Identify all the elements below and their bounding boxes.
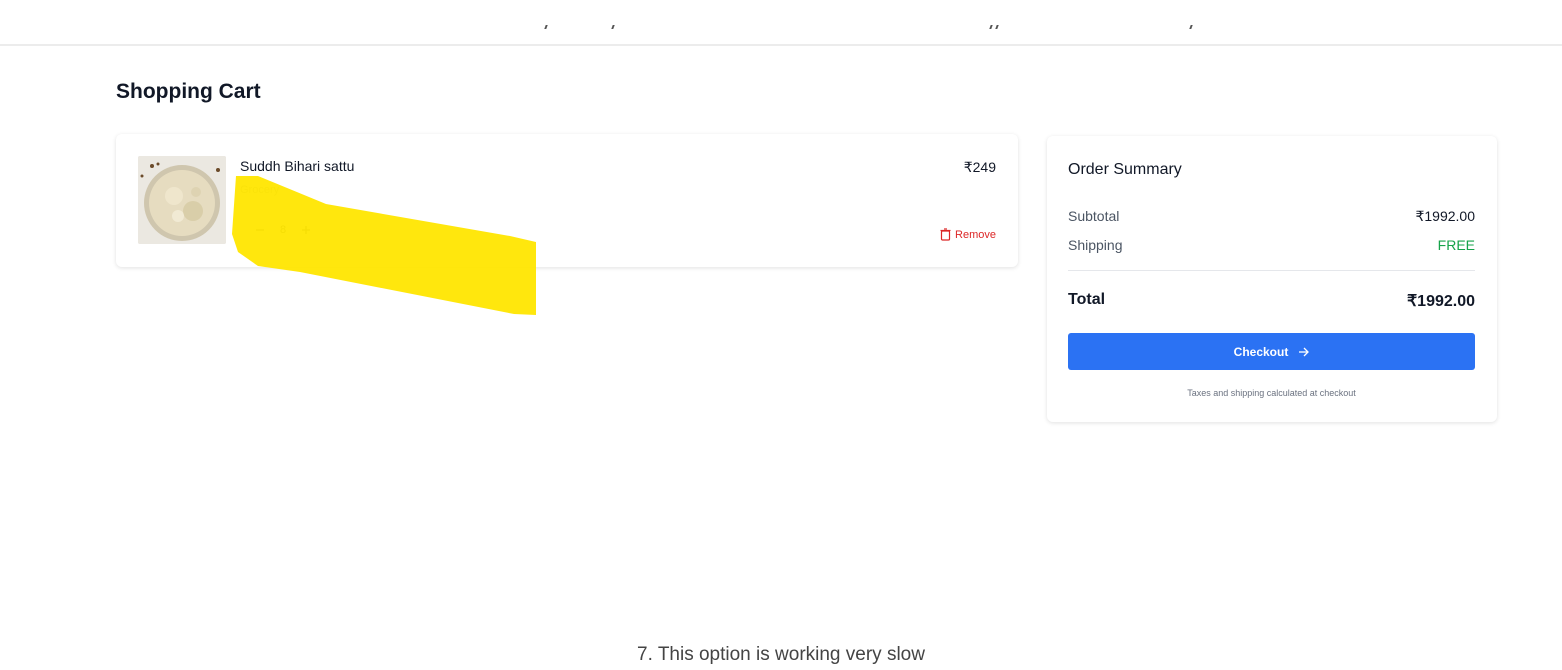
shipping-row: Shipping FREE [1068,237,1475,253]
product-price: ₹249 [963,159,996,175]
quantity-stepper: 8 [250,220,316,240]
total-label: Total [1068,291,1106,308]
page: Shopping Cart Suddh Bihari sattu Grocery [0,0,1562,670]
remove-button[interactable]: Remove [940,228,996,241]
page-title: Shopping Cart [116,80,261,103]
nav-fragment [1189,25,1193,29]
order-summary-card: Order Summary Subtotal ₹1992.00 Shipping… [1047,136,1497,422]
shipping-label: Shipping [1068,237,1123,253]
quantity-value: 8 [279,224,287,236]
product-name[interactable]: Suddh Bihari sattu [240,158,354,174]
checkout-button[interactable]: Checkout [1068,333,1475,370]
subtotal-label: Subtotal [1068,208,1120,224]
cart-item-card: Suddh Bihari sattu Grocery 8 ₹249 Remove [116,134,1018,267]
nav-fragment [989,25,993,29]
minus-icon [256,229,264,231]
subtotal-value: ₹1992.00 [1415,208,1475,224]
total-row: Total ₹1992.00 [1068,291,1475,311]
increment-button[interactable] [296,220,316,240]
remove-label: Remove [955,228,996,241]
nav-fragment [544,25,548,29]
checkout-label: Checkout [1233,344,1289,359]
total-value: ₹1992.00 [1406,293,1475,310]
trash-icon [940,228,951,241]
order-summary-title: Order Summary [1068,161,1182,178]
product-image[interactable] [138,156,226,244]
product-category: Grocery [240,184,280,196]
checkout-note: Taxes and shipping calculated at checkou… [1187,388,1356,398]
nav-fragment [611,25,615,29]
decrement-button[interactable] [250,220,270,240]
top-navigation-bar [0,0,1562,46]
plus-icon [302,226,310,234]
sattu-bowl-photo [138,156,226,244]
summary-divider [1068,270,1475,271]
arrow-right-icon [1299,347,1310,356]
shipping-value: FREE [1437,237,1475,253]
subtotal-row: Subtotal ₹1992.00 [1068,208,1475,225]
annotation-caption: 7. This option is working very slow [637,644,925,665]
nav-fragment [995,25,999,29]
